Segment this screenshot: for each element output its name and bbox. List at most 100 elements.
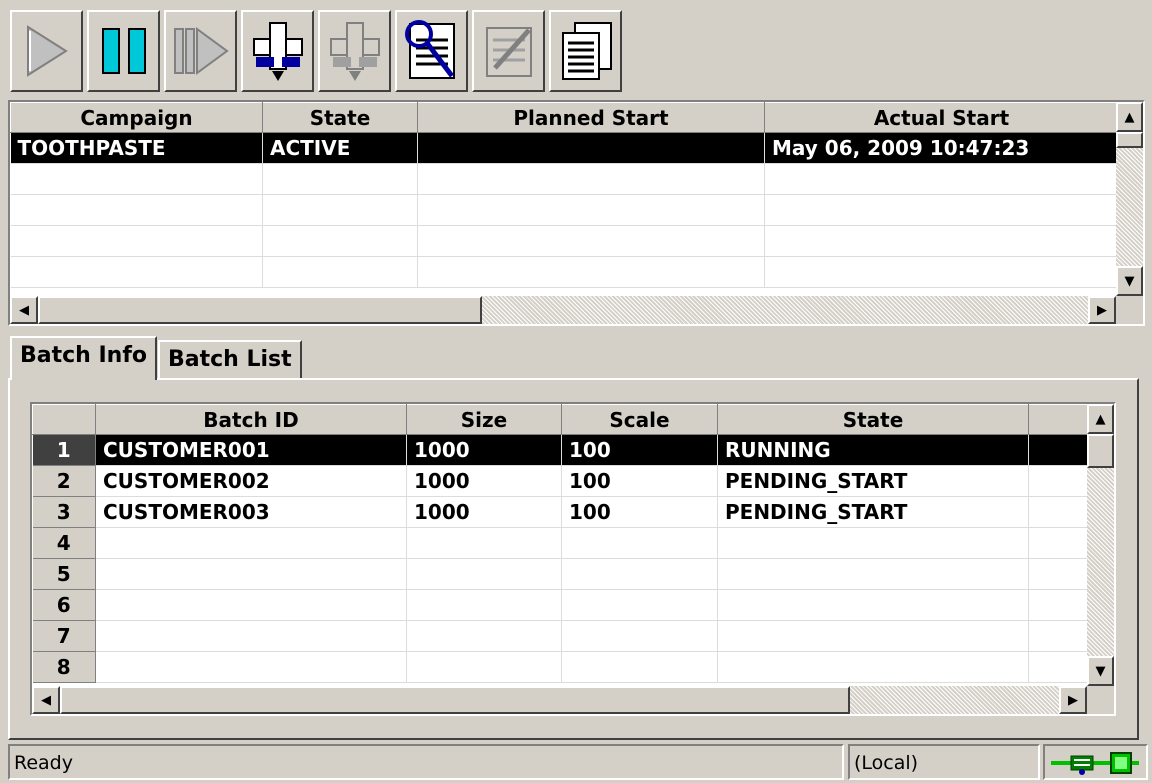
row-number[interactable]: 8: [32, 651, 96, 683]
column-header-size[interactable]: Size: [406, 404, 562, 435]
state-cell[interactable]: [717, 558, 1029, 590]
table-row[interactable]: 7: [32, 620, 1090, 652]
scale-cell[interactable]: 100: [561, 496, 718, 528]
scale-cell[interactable]: [561, 558, 718, 590]
column-header-blank[interactable]: [1028, 404, 1090, 435]
scroll-up-button[interactable]: ▲: [1116, 102, 1143, 132]
add-campaign-icon: [252, 22, 303, 81]
batch-id-cell[interactable]: [95, 651, 407, 683]
remove-campaign-button[interactable]: [318, 10, 391, 92]
column-header-actual-start[interactable]: Actual Start: [764, 102, 1119, 133]
scale-cell[interactable]: [561, 620, 718, 652]
tab-batch-info[interactable]: Batch Info: [10, 336, 158, 380]
blank-cell[interactable]: [1028, 589, 1090, 621]
scroll-right-button[interactable]: ▶: [1059, 686, 1087, 714]
table-row[interactable]: [10, 163, 1119, 195]
blank-cell[interactable]: [1028, 434, 1090, 466]
size-cell[interactable]: [406, 589, 562, 621]
row-number[interactable]: 7: [32, 620, 96, 652]
row-number[interactable]: 1: [32, 434, 96, 466]
scale-cell[interactable]: [561, 527, 718, 559]
state-cell[interactable]: ACTIVE: [262, 132, 418, 164]
campaign-cell[interactable]: TOOTHPASTE: [10, 132, 263, 164]
add-campaign-button[interactable]: [241, 10, 314, 92]
status-message-pane: Ready: [8, 744, 844, 780]
view-details-button[interactable]: [395, 10, 468, 92]
size-cell[interactable]: 1000: [406, 434, 562, 466]
table-row[interactable]: 4: [32, 527, 1090, 559]
size-cell[interactable]: [406, 527, 562, 559]
blank-cell[interactable]: [1028, 558, 1090, 590]
state-cell[interactable]: [717, 651, 1029, 683]
column-header-planned-start[interactable]: Planned Start: [417, 102, 765, 133]
scroll-down-button[interactable]: ▼: [1087, 656, 1114, 686]
scroll-up-button[interactable]: ▲: [1087, 404, 1114, 434]
table-row[interactable]: [10, 194, 1119, 226]
batch-id-cell[interactable]: [95, 527, 407, 559]
size-cell[interactable]: [406, 620, 562, 652]
row-number[interactable]: 3: [32, 496, 96, 528]
pause-button[interactable]: [87, 10, 160, 92]
batch-id-cell[interactable]: CUSTOMER001: [95, 434, 407, 466]
row-number[interactable]: 2: [32, 465, 96, 497]
state-cell[interactable]: PENDING_START: [717, 496, 1029, 528]
blank-cell[interactable]: [1028, 496, 1090, 528]
vertical-scroll-thumb[interactable]: [1087, 434, 1114, 468]
state-cell[interactable]: [717, 620, 1029, 652]
row-header-corner[interactable]: [32, 404, 96, 435]
blank-cell[interactable]: [1028, 651, 1090, 683]
scroll-left-button[interactable]: ◀: [32, 686, 60, 714]
table-row[interactable]: [10, 225, 1119, 257]
batch-id-cell[interactable]: [95, 589, 407, 621]
column-header-state[interactable]: State: [717, 404, 1029, 435]
blank-cell[interactable]: [1028, 620, 1090, 652]
blank-cell[interactable]: [1028, 527, 1090, 559]
table-row[interactable]: 2 CUSTOMER002 1000 100 PENDING_START: [32, 465, 1090, 497]
state-cell[interactable]: RUNNING: [717, 434, 1029, 466]
column-header-campaign[interactable]: Campaign: [10, 102, 263, 133]
table-row[interactable]: 1 CUSTOMER001 1000 100 RUNNING: [32, 434, 1090, 466]
scale-cell[interactable]: 100: [561, 465, 718, 497]
state-cell[interactable]: PENDING_START: [717, 465, 1029, 497]
scroll-left-button[interactable]: ◀: [10, 296, 38, 324]
column-header-batch-id[interactable]: Batch ID: [95, 404, 407, 435]
table-row[interactable]: [10, 256, 1119, 288]
scroll-down-button[interactable]: ▼: [1116, 266, 1143, 296]
tab-batch-list[interactable]: Batch List: [158, 340, 302, 380]
blank-cell[interactable]: [1028, 465, 1090, 497]
run-button[interactable]: [10, 10, 83, 92]
report-button[interactable]: [549, 10, 622, 92]
table-row[interactable]: 3 CUSTOMER003 1000 100 PENDING_START: [32, 496, 1090, 528]
vertical-scroll-thumb[interactable]: [1116, 132, 1143, 148]
horizontal-scroll-thumb[interactable]: [38, 296, 482, 324]
scroll-right-button[interactable]: ▶: [1088, 296, 1116, 324]
size-cell[interactable]: 1000: [406, 496, 562, 528]
row-number[interactable]: 5: [32, 558, 96, 590]
table-row[interactable]: 8: [32, 651, 1090, 683]
scale-cell[interactable]: [561, 651, 718, 683]
state-cell[interactable]: [717, 527, 1029, 559]
size-cell[interactable]: 1000: [406, 465, 562, 497]
size-cell[interactable]: [406, 558, 562, 590]
batch-id-cell[interactable]: [95, 620, 407, 652]
state-cell[interactable]: [717, 589, 1029, 621]
scale-cell[interactable]: 100: [561, 434, 718, 466]
horizontal-scroll-thumb[interactable]: [60, 686, 850, 714]
batch-id-cell[interactable]: CUSTOMER002: [95, 465, 407, 497]
step-button[interactable]: [164, 10, 237, 92]
column-header-state[interactable]: State: [262, 102, 418, 133]
planned-start-cell[interactable]: [417, 132, 765, 164]
size-cell[interactable]: [406, 651, 562, 683]
table-row[interactable]: 6: [32, 589, 1090, 621]
column-header-scale[interactable]: Scale: [561, 404, 718, 435]
table-row[interactable]: 5: [32, 558, 1090, 590]
scale-cell[interactable]: [561, 589, 718, 621]
table-row[interactable]: TOOTHPASTE ACTIVE May 06, 2009 10:47:23: [10, 132, 1119, 164]
batch-id-cell[interactable]: [95, 558, 407, 590]
actual-start-cell[interactable]: May 06, 2009 10:47:23: [764, 132, 1119, 164]
status-connection-pane: [1043, 744, 1148, 780]
row-number[interactable]: 4: [32, 527, 96, 559]
edit-button[interactable]: [472, 10, 545, 92]
row-number[interactable]: 6: [32, 589, 96, 621]
batch-id-cell[interactable]: CUSTOMER003: [95, 496, 407, 528]
